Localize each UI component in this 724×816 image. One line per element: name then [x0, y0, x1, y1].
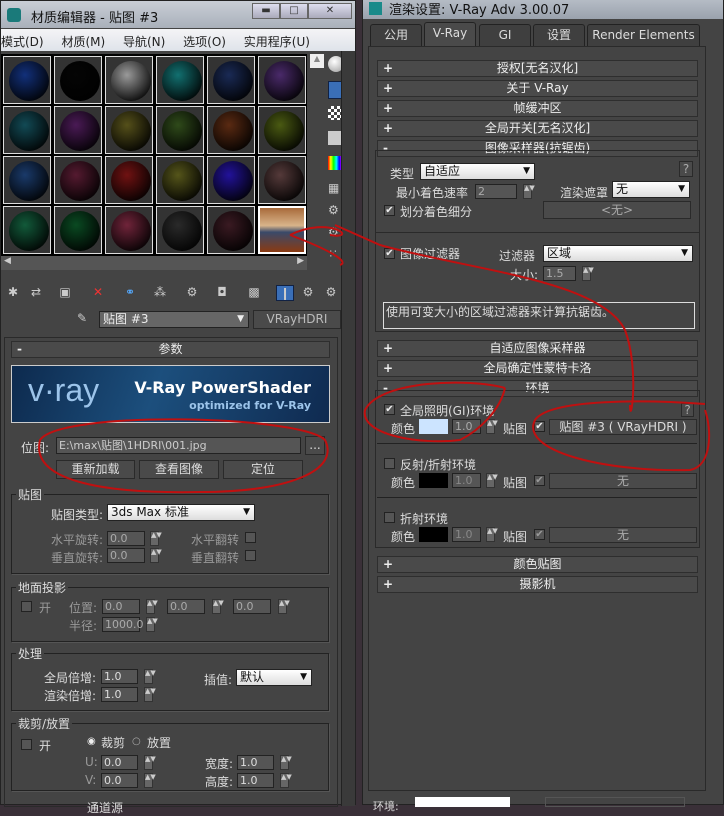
annotation-circle-bitmap — [38, 418, 329, 494]
annotation-circle-map — [532, 400, 711, 472]
red-annotation-marks — [38, 224, 711, 494]
annotation-circle-gi — [363, 381, 506, 443]
